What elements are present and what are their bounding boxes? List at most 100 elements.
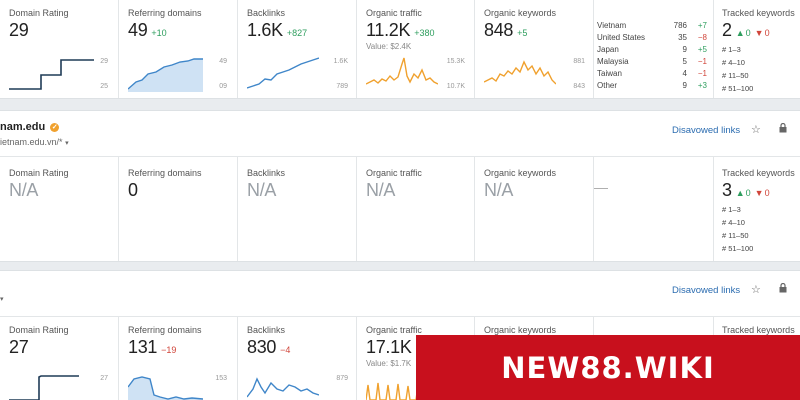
- organic-keywords-metric: Organic keywords N/A: [475, 157, 594, 261]
- countries-breakdown: —: [594, 157, 714, 261]
- country-name: Other: [597, 81, 618, 90]
- country-row: Other 9 +3: [597, 80, 707, 92]
- value-delta: −4: [280, 345, 291, 355]
- metric-value: N/A: [484, 180, 514, 200]
- organic-traffic-metric: Organic traffic 11.2K +380 Value: $2.4K 1…: [357, 0, 475, 98]
- project-row-2-header: nam.edu ✓ ietnam.edu.vn/* ▾ Disavowed li…: [0, 111, 800, 157]
- country-count: 4: [682, 69, 687, 78]
- metric-label: Domain Rating: [9, 8, 69, 18]
- down-arrow-icon: ▼: [754, 28, 764, 38]
- axis-top-label: 15.3K: [446, 58, 465, 65]
- value-delta: −19: [161, 345, 177, 355]
- watermark-banner: NEW88.WIKI: [416, 335, 800, 400]
- metric-value: 1.6K +827: [247, 20, 307, 41]
- metric-label: Organic keywords: [484, 168, 557, 178]
- down-count: 0: [764, 28, 770, 38]
- domain-rating-metric: Domain Rating 27 27: [0, 317, 119, 400]
- value-delta: +10: [151, 28, 167, 38]
- verified-badge-icon: ✓: [50, 123, 60, 132]
- axis-bottom-label: 10.7K: [446, 83, 465, 90]
- metric-value: 131 −19: [128, 337, 176, 358]
- chevron-down-icon[interactable]: ▾: [0, 295, 4, 303]
- metric-label: Domain Rating: [9, 168, 69, 178]
- metric-value: N/A: [247, 180, 277, 200]
- banner-text: NEW88.WIKI: [501, 350, 715, 385]
- value-delta: +827: [286, 28, 308, 38]
- country-name: Japan: [597, 45, 619, 54]
- down-count: 0: [764, 188, 770, 198]
- organic-keywords-metric: Organic keywords 848 +5 881 843: [475, 0, 594, 98]
- metric-label: Backlinks: [247, 168, 286, 178]
- organic-keywords-sparkline: [484, 60, 556, 85]
- country-delta: −1: [697, 57, 707, 66]
- country-row: Vietnam 786 +7: [597, 20, 707, 32]
- project-row-2-metrics: Domain Rating N/A Referring domains 0 Ba…: [0, 157, 800, 261]
- axis-top-label: 153: [215, 375, 227, 382]
- backlinks-metric: Backlinks 830 −4 879: [238, 317, 357, 400]
- metric-value: N/A: [9, 180, 39, 200]
- country-name: United States: [597, 33, 646, 42]
- target-url[interactable]: ietnam.edu.vn/* ▾: [0, 137, 69, 147]
- traffic-value-note: Value: $2.4K: [366, 42, 412, 51]
- metric-value: 848 +5: [484, 20, 527, 41]
- bucket-label: # 51–100: [722, 84, 754, 93]
- country-delta: −1: [697, 69, 707, 78]
- star-icon[interactable]: ☆: [751, 283, 761, 296]
- value-number: 11.2K: [366, 20, 411, 40]
- metric-label: Organic traffic: [366, 168, 422, 178]
- metric-label: Tracked keywords: [722, 325, 795, 335]
- value-number: 1.6K: [247, 20, 283, 40]
- traffic-value-note: Value: $1.7K: [366, 359, 412, 368]
- metric-value: 17.1K: [366, 337, 412, 357]
- disavowed-links-link[interactable]: Disavowed links: [672, 285, 740, 296]
- bucket-label: # 4–10: [722, 218, 745, 227]
- backlinks-sparkline: [247, 57, 319, 89]
- metric-value: N/A: [366, 180, 396, 200]
- bucket-label: # 1–3: [722, 205, 741, 214]
- referring-domains-metric: Referring domains 49 +10 49 09: [119, 0, 238, 98]
- country-delta: −8: [697, 33, 707, 42]
- referring-domains-metric: Referring domains 131 −19 153: [119, 317, 238, 400]
- country-name: Malaysia: [597, 57, 629, 66]
- lock-icon[interactable]: [779, 122, 787, 135]
- axis-top-label: 881: [573, 58, 585, 65]
- country-delta: +7: [697, 21, 707, 30]
- referring-domains-metric: Referring domains 0: [119, 157, 238, 261]
- metric-value: 2 ▲0 ▼0: [722, 20, 770, 41]
- project-row-1: Domain Rating 29 29 25 Referring domains…: [0, 0, 800, 98]
- domain-rating-metric: Domain Rating 29 29 25: [0, 0, 119, 98]
- axis-bottom-label: 09: [219, 83, 227, 90]
- star-icon[interactable]: ☆: [751, 123, 761, 136]
- metric-value: 11.2K +380: [366, 20, 435, 41]
- axis-bottom-label: 843: [573, 83, 585, 90]
- lock-icon[interactable]: [779, 282, 787, 296]
- country-row: United States 35 −8: [597, 32, 707, 44]
- domain-rating-sparkline: [9, 59, 94, 90]
- domain-rating-metric: Domain Rating N/A: [0, 157, 119, 261]
- metric-label: Tracked keywords: [722, 168, 795, 178]
- metric-label: Domain Rating: [9, 325, 69, 335]
- country-row: Taiwan 4 −1: [597, 68, 707, 80]
- metric-label: Organic keywords: [484, 325, 557, 335]
- metric-value: 830 −4: [247, 337, 290, 358]
- country-delta: +5: [697, 45, 707, 54]
- country-row: Malaysia 5 −1: [597, 56, 707, 68]
- chevron-down-icon: ▾: [65, 140, 69, 147]
- up-arrow-icon: ▲: [735, 28, 745, 38]
- metric-label: Referring domains: [128, 168, 202, 178]
- axis-top-label: 879: [336, 375, 348, 382]
- metric-value: 0: [128, 180, 138, 200]
- bucket-label: # 4–10: [722, 58, 745, 67]
- domain-name[interactable]: nam.edu: [0, 121, 45, 133]
- disavowed-links-link[interactable]: Disavowed links: [672, 125, 740, 136]
- metric-label: Organic traffic: [366, 8, 422, 18]
- metric-value: 27: [9, 337, 29, 357]
- metric-label: Tracked keywords: [722, 8, 795, 18]
- bucket-label: # 51–100: [722, 244, 754, 253]
- organic-traffic-metric: Organic traffic N/A: [357, 157, 475, 261]
- metric-label: Referring domains: [128, 325, 202, 335]
- backlinks-metric: Backlinks 1.6K +827 1.6K 789: [238, 0, 357, 98]
- metric-label: Organic keywords: [484, 8, 557, 18]
- row-separator: [0, 98, 800, 111]
- country-count: 786: [673, 21, 687, 30]
